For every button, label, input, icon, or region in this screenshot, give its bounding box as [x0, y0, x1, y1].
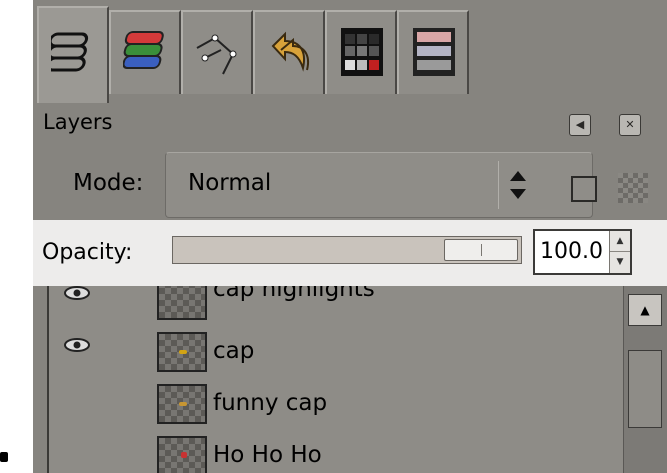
layer-row[interactable]: cap [49, 326, 629, 378]
layer-thumbnail [157, 436, 207, 473]
tab-channels[interactable] [109, 10, 181, 94]
layer-thumbnail [157, 384, 207, 424]
opacity-value[interactable]: 100.0 [540, 239, 603, 264]
layer-row[interactable]: funny cap [49, 378, 629, 430]
up-arrow-icon: ▲ [640, 303, 650, 317]
lock-alpha-icon[interactable] [618, 173, 648, 203]
spin-down-icon[interactable]: ▼ [610, 252, 630, 272]
layer-thumbnail [157, 286, 207, 320]
thumbnail-mark [179, 402, 187, 406]
layer-list: cap highlights cap funny cap Ho Ho Ho [47, 286, 629, 473]
paths-icon [196, 34, 237, 75]
eye-icon[interactable] [63, 336, 91, 354]
layer-name: cap [213, 338, 255, 364]
undo-history-icon [271, 31, 309, 72]
left-arrow-icon: ◀ [575, 118, 585, 131]
close-icon: ✕ [625, 118, 635, 131]
layer-row[interactable]: cap highlights [49, 286, 629, 326]
opacity-slider[interactable] [172, 236, 522, 264]
tab-paths[interactable] [181, 10, 253, 94]
panel-title: Layers [43, 110, 113, 134]
thumbnail-mark [179, 350, 187, 354]
bullet-dot [0, 452, 8, 462]
scrollbar-thumb[interactable] [628, 350, 662, 428]
thumbnail-mark [181, 452, 187, 458]
mode-value: Normal [188, 170, 272, 196]
layers-dock: Layers ◀ ✕ Mode: Normal Opacity: 100.0 ▲… [33, 0, 667, 473]
tab-histogram[interactable] [397, 10, 469, 94]
opacity-spinbutton[interactable]: 100.0 ▲ ▼ [533, 229, 632, 275]
tab-layers[interactable] [37, 6, 109, 104]
opacity-slider-handle[interactable] [444, 239, 518, 261]
layer-list-scrollbar[interactable]: ▲ [623, 286, 667, 473]
up-down-arrows-icon [510, 171, 526, 199]
spin-up-icon[interactable]: ▲ [610, 231, 630, 252]
layer-thumbnail [157, 332, 207, 372]
opacity-label: Opacity: [42, 240, 133, 265]
lock-pixels-checkbox[interactable] [571, 176, 597, 202]
mode-label: Mode: [73, 170, 144, 196]
configure-tab-button[interactable]: ◀ [569, 114, 591, 136]
scroll-up-button[interactable]: ▲ [628, 294, 662, 326]
layer-row[interactable]: Ho Ho Ho [49, 430, 629, 473]
mode-select[interactable]: Normal [165, 152, 593, 218]
tab-bar [33, 0, 667, 104]
channels-icon [123, 31, 164, 69]
histogram-icon [413, 28, 455, 76]
tab-undo-history[interactable] [253, 10, 325, 94]
tab-colormap[interactable] [325, 10, 397, 94]
layer-name: cap highlights [213, 286, 375, 302]
mode-separator [498, 161, 499, 209]
layer-name: funny cap [213, 390, 328, 416]
colormap-icon [341, 28, 383, 76]
layer-name: Ho Ho Ho [213, 442, 322, 468]
close-tab-button[interactable]: ✕ [619, 114, 641, 136]
spin-buttons: ▲ ▼ [609, 231, 630, 273]
layers-icon [51, 32, 89, 72]
eye-icon[interactable] [63, 286, 91, 302]
